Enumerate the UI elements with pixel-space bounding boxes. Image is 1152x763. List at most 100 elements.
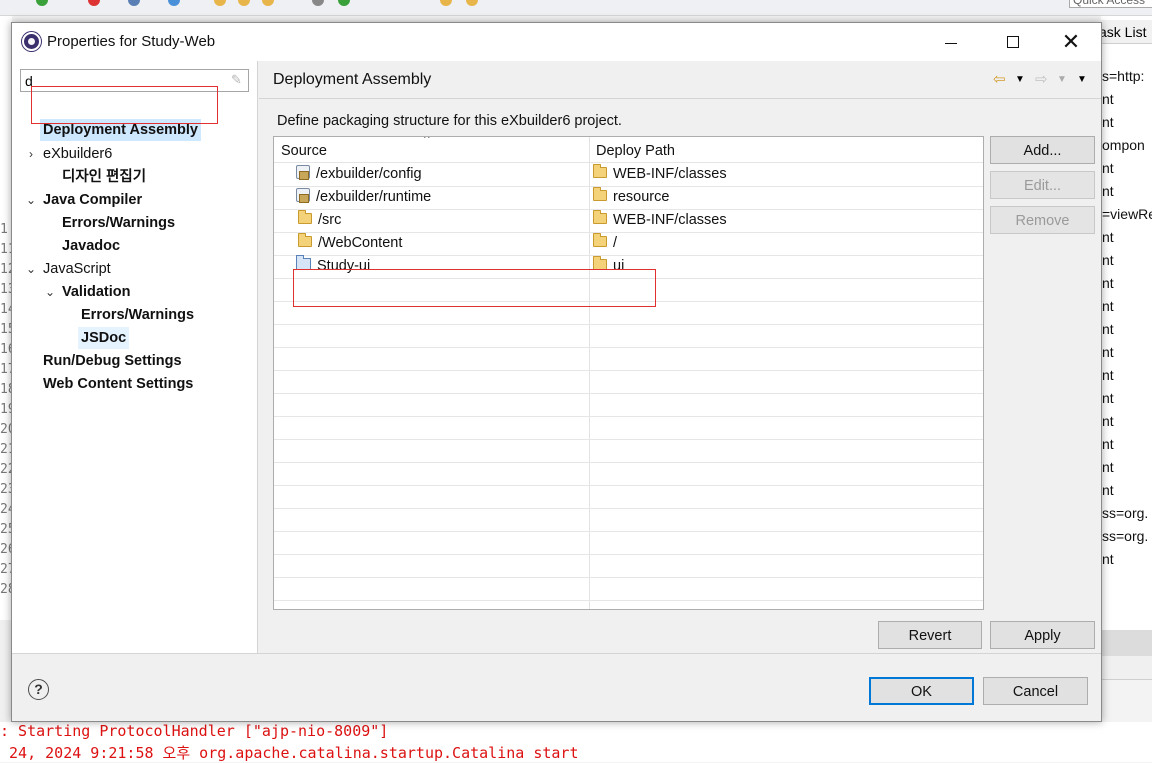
folder-icon — [298, 209, 312, 224]
row-separator — [274, 255, 983, 256]
editor-line: nt — [1102, 367, 1114, 383]
ok-button[interactable]: OK — [869, 677, 974, 705]
deploy-path-cell-row[interactable]: ui — [593, 255, 624, 278]
chevron-down-icon[interactable]: ⌄ — [25, 258, 37, 280]
deploy-cell: ui — [613, 258, 625, 274]
column-header-source[interactable]: Source — [274, 137, 327, 163]
tree-item-validation[interactable]: Validation — [62, 281, 131, 303]
row-separator — [274, 462, 983, 463]
tree-item-js-errors-warnings[interactable]: Errors/Warnings — [81, 304, 194, 326]
folder-icon[interactable] — [214, 0, 226, 6]
table-header: Source ^ Deploy Path — [274, 137, 983, 163]
sort-ascending-icon: ^ — [424, 136, 430, 145]
table-row[interactable]: Study-ui — [296, 255, 370, 278]
dialog-titlebar[interactable]: Properties for Study-Web ✕ — [12, 23, 1101, 61]
editor-line: nt — [1102, 482, 1114, 498]
run-config-icon[interactable] — [338, 0, 350, 6]
row-separator — [274, 278, 983, 279]
edit-icon[interactable] — [440, 0, 452, 6]
project-icon — [296, 255, 311, 271]
debug-icon[interactable] — [128, 0, 140, 6]
run-icon[interactable] — [36, 0, 48, 6]
globe-icon[interactable] — [168, 0, 180, 6]
deploy-path-cell-row[interactable]: WEB-INF/classes — [593, 209, 727, 232]
tree-item-design-editor[interactable]: 디자인 편집기 — [62, 166, 146, 188]
close-button[interactable]: ✕ — [1042, 23, 1100, 61]
maximize-button[interactable] — [984, 23, 1042, 61]
filter-input[interactable] — [20, 69, 249, 92]
tree-item-java-compiler[interactable]: Java Compiler — [43, 189, 142, 211]
tree-item-deployment-assembly[interactable]: Deployment Assembly — [40, 119, 201, 141]
table-row[interactable]: /WebContent — [298, 232, 402, 255]
revert-button[interactable]: Revert — [878, 621, 982, 649]
editor-line: nt — [1102, 436, 1114, 452]
stop-icon[interactable] — [88, 0, 100, 6]
tree-item-jsdoc[interactable]: JSDoc — [78, 327, 130, 349]
apply-button[interactable]: Apply — [990, 621, 1095, 649]
tree-item-errors-warnings[interactable]: Errors/Warnings — [62, 212, 175, 234]
column-header-deploy-path[interactable]: Deploy Path — [589, 137, 675, 163]
folder-icon[interactable] — [262, 0, 274, 6]
editor-line: nt — [1102, 321, 1114, 337]
row-separator — [274, 301, 983, 302]
row-separator — [274, 554, 983, 555]
quick-access-input[interactable]: Quick Access — [1069, 0, 1152, 8]
cancel-button[interactable]: Cancel — [983, 677, 1088, 705]
clear-filter-icon[interactable]: ✎ — [231, 73, 245, 87]
remove-button[interactable]: Remove — [990, 206, 1095, 234]
dialog-title: Properties for Study-Web — [47, 33, 216, 50]
help-icon[interactable]: ? — [28, 679, 49, 700]
folder-icon — [593, 255, 607, 270]
right-scroll-area — [1101, 630, 1152, 656]
editor-line: ss=org. — [1102, 528, 1149, 544]
edit-button[interactable]: Edit... — [990, 171, 1095, 199]
table-row[interactable]: /exbuilder/runtime — [296, 186, 431, 209]
dialog-footer: ? OK Cancel — [12, 653, 1101, 721]
tree-item-exbuilder6[interactable]: eXbuilder6 — [43, 143, 112, 165]
table-row[interactable]: /exbuilder/config — [296, 163, 422, 186]
deploy-path-cell-row[interactable]: resource — [593, 186, 669, 209]
source-cell: Study-ui — [317, 258, 371, 274]
editor-line: nt — [1102, 229, 1114, 245]
back-arrow-icon[interactable]: ⇦ — [993, 71, 1006, 89]
minimize-button[interactable] — [922, 23, 980, 61]
tree-item-run-debug[interactable]: Run/Debug Settings — [43, 350, 182, 372]
console-view: : Starting ProtocolHandler ["ajp-nio-800… — [0, 722, 1152, 762]
editor-line: ss=org. — [1102, 505, 1149, 521]
close-icon: ✕ — [1061, 29, 1081, 54]
editor-line: nt — [1102, 160, 1114, 176]
console-line: 24, 2024 9:21:58 오후 org.apache.catalina.… — [0, 744, 579, 762]
maximize-icon — [1007, 35, 1019, 48]
chevron-down-icon[interactable]: ▼ — [1057, 71, 1067, 89]
properties-dialog: Properties for Study-Web ✕ ✎ Deployment … — [11, 22, 1102, 722]
add-button[interactable]: Add... — [990, 136, 1095, 164]
ide-toolbar: Quick Access — [0, 0, 1152, 16]
editor-line: nt — [1102, 413, 1114, 429]
table-row[interactable]: /src — [298, 209, 341, 232]
tree-item-web-content[interactable]: Web Content Settings — [43, 373, 193, 395]
tree-item-javascript[interactable]: JavaScript — [43, 258, 111, 280]
search-icon[interactable] — [312, 0, 324, 6]
chevron-down-icon[interactable]: ▼ — [1015, 71, 1025, 89]
source-cell: /exbuilder/runtime — [316, 189, 432, 205]
library-icon — [296, 188, 310, 204]
row-separator — [274, 416, 983, 417]
editor-line: nt — [1102, 183, 1114, 199]
forward-arrow-icon[interactable]: ⇨ — [1035, 71, 1048, 89]
view-menu-icon[interactable]: ▼ — [1077, 71, 1087, 89]
row-separator — [274, 324, 983, 325]
source-cell: /src — [318, 212, 342, 228]
chevron-down-icon[interactable]: ⌄ — [25, 189, 37, 211]
chevron-down-icon[interactable]: ⌄ — [44, 281, 56, 303]
chevron-right-icon[interactable]: › — [25, 143, 37, 165]
deploy-cell: WEB-INF/classes — [613, 212, 727, 228]
editor-line: nt — [1102, 298, 1114, 314]
tree-item-javadoc[interactable]: Javadoc — [62, 235, 120, 257]
deployment-table[interactable]: Source ^ Deploy Path /exbuilder/config W… — [273, 136, 984, 610]
editor-line: nt — [1102, 114, 1114, 130]
deploy-path-cell-row[interactable]: WEB-INF/classes — [593, 163, 727, 186]
deploy-path-cell-row[interactable]: / — [593, 232, 617, 255]
editor-line: nt — [1102, 91, 1114, 107]
folder-icon[interactable] — [238, 0, 250, 6]
edit-icon[interactable] — [466, 0, 478, 6]
